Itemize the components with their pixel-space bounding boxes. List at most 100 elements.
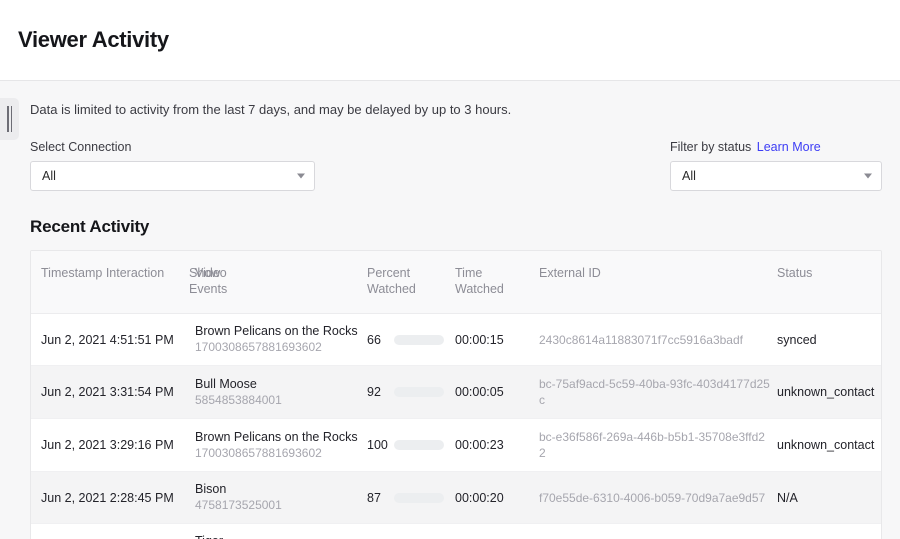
cell-external-id: bc-75af9acd-5c59-40ba-93fc-403d4177d25c — [539, 366, 777, 419]
cell-time-watched: 00:00:28 — [455, 524, 539, 539]
time-watched-text: 00:00:15 — [455, 333, 504, 347]
cell-percent-watched: 100 — [367, 419, 455, 472]
recent-activity-title: Recent Activity — [30, 217, 882, 237]
percent-watched-group: 87 — [367, 490, 449, 506]
table-row[interactable]: Jun 2, 2021 2:28:45 PM Bison4758173525001… — [31, 472, 882, 524]
connection-filter-label: Select Connection — [30, 140, 315, 155]
cell-status: N/A — [777, 472, 882, 524]
cell-external-id: f70e55de-6310-4006-b059-70d9a7ae9d57 — [539, 472, 777, 524]
video-title: Brown Pelicans on the Rocks — [195, 324, 361, 339]
percent-watched-value: 100 — [367, 437, 389, 453]
video-id: 5854853884001 — [195, 393, 361, 408]
video-title: Brown Pelicans on the Rocks — [195, 430, 361, 445]
timestamp-text: Jun 2, 2021 2:28:45 PM — [41, 491, 174, 505]
status-filter-label-text: Filter by status — [670, 140, 751, 154]
video-title: Bison — [195, 482, 361, 497]
timestamp-text: Jun 2, 2021 4:51:51 PM — [41, 333, 174, 347]
cell-video: Tiger2925723370001 — [195, 524, 367, 539]
cell-status: unknown_contact — [777, 419, 882, 472]
cell-time-watched: 00:00:23 — [455, 419, 539, 472]
external-id-text: 2430c8614a11883071f7cc5916a3badf — [539, 333, 743, 347]
recent-activity-table-wrapper: Timestamp Interaction Show Events Video … — [30, 250, 882, 539]
cell-status: N/A — [777, 524, 882, 539]
progress-bar-track — [394, 335, 444, 345]
table-header: Timestamp Interaction Show Events Video … — [31, 251, 882, 314]
panel-inner: Data is limited to activity from the las… — [0, 81, 900, 539]
cell-status: unknown_contact — [777, 366, 882, 419]
video-id: 1700308657881693602 — [195, 446, 361, 461]
cell-time-watched: 00:00:20 — [455, 472, 539, 524]
cell-video: Brown Pelicans on the Rocks1700308657881… — [195, 314, 367, 366]
external-id-text: f70e55de-6310-4006-b059-70d9a7ae9d57 — [539, 491, 765, 505]
cell-timestamp: Jun 2, 2021 4:51:51 PM — [31, 314, 189, 366]
column-header-timestamp[interactable]: Timestamp Interaction — [31, 251, 189, 314]
chevron-down-icon — [297, 174, 305, 179]
cell-timestamp: Jun 2, 2021 3:31:54 PM — [31, 366, 189, 419]
cell-external-id: bc-e36f586f-269a-446b-b5b1-35708e3ffd22 — [539, 419, 777, 472]
viewer-activity-page: Viewer Activity Data is limited to activ… — [0, 0, 900, 539]
cell-percent-watched: 92 — [367, 366, 455, 419]
column-header-external-id[interactable]: External ID — [539, 251, 777, 314]
status-select-value: All — [682, 169, 696, 183]
video-id: 4758173525001 — [195, 498, 361, 513]
time-watched-text: 00:00:20 — [455, 491, 504, 505]
status-badge: synced — [777, 333, 817, 347]
learn-more-link[interactable]: Learn More — [757, 140, 821, 154]
time-watched-text: 00:00:23 — [455, 438, 504, 452]
status-filter-label: Filter by status Learn More — [670, 140, 821, 155]
time-watched-text: 00:00:05 — [455, 385, 504, 399]
cell-video: Bison4758173525001 — [195, 472, 367, 524]
percent-watched-group: 92 — [367, 384, 449, 400]
cell-time-watched: 00:00:15 — [455, 314, 539, 366]
status-badge: unknown_contact — [777, 385, 874, 399]
cell-time-watched: 00:00:05 — [455, 366, 539, 419]
status-filter: Filter by status Learn More All — [670, 140, 882, 191]
cell-percent-watched: 66 — [367, 314, 455, 366]
progress-bar-track — [394, 387, 444, 397]
chevron-down-icon — [864, 174, 872, 179]
table-row[interactable]: Jun 2, 2021 3:29:16 PM Brown Pelicans on … — [31, 419, 882, 472]
timestamp-text: Jun 2, 2021 3:29:16 PM — [41, 438, 174, 452]
column-header-percent-watched[interactable]: Percent Watched — [367, 251, 455, 314]
connection-select[interactable]: All — [30, 161, 315, 191]
percent-watched-group: 66 — [367, 332, 449, 348]
data-limit-notice: Data is limited to activity from the las… — [30, 81, 882, 119]
column-header-time-watched[interactable]: Time Watched — [455, 251, 539, 314]
cell-status: synced — [777, 314, 882, 366]
external-id-text: bc-e36f586f-269a-446b-b5b1-35708e3ffd22 — [539, 430, 765, 460]
table-row[interactable]: Jun 2, 2021 4:51:51 PM Brown Pelicans on … — [31, 314, 882, 366]
video-title: Tiger — [195, 534, 361, 539]
table-header-row: Timestamp Interaction Show Events Video … — [31, 251, 882, 314]
cell-video: Brown Pelicans on the Rocks1700308657881… — [195, 419, 367, 472]
table-body: Jun 2, 2021 4:51:51 PM Brown Pelicans on … — [31, 314, 882, 539]
cell-external-id: 82937d37-2fba-499e-94bb-250fd7823573 — [539, 524, 777, 539]
status-badge: N/A — [777, 491, 798, 505]
cell-timestamp: Jun 2, 2021 2:28:45 PM — [31, 472, 189, 524]
progress-bar-track — [394, 493, 444, 503]
cell-timestamp: Jun 2, 2021 2:28:06 PM — [31, 524, 189, 539]
page-title: Viewer Activity — [18, 27, 169, 53]
filter-bar: Select Connection All Filter by status L… — [30, 140, 882, 191]
drag-handle-icon — [7, 106, 12, 132]
percent-watched-value: 87 — [367, 490, 389, 506]
cell-external-id: 2430c8614a11883071f7cc5916a3badf — [539, 314, 777, 366]
status-badge: unknown_contact — [777, 438, 874, 452]
connection-filter: Select Connection All — [30, 140, 315, 191]
table-row[interactable]: Jun 2, 2021 2:28:06 PM Tiger2925723370001… — [31, 524, 882, 539]
page-header: Viewer Activity — [0, 0, 900, 80]
panel-drag-handle[interactable] — [0, 98, 19, 140]
recent-activity-table: Timestamp Interaction Show Events Video … — [31, 251, 882, 539]
progress-bar-track — [394, 440, 444, 450]
external-id-text: bc-75af9acd-5c59-40ba-93fc-403d4177d25c — [539, 377, 770, 407]
status-select[interactable]: All — [670, 161, 882, 191]
table-row[interactable]: Jun 2, 2021 3:31:54 PMBull Moose58548538… — [31, 366, 882, 419]
cell-video: Bull Moose5854853884001 — [195, 366, 367, 419]
percent-watched-value: 92 — [367, 384, 389, 400]
cell-percent-watched: 100 — [367, 524, 455, 539]
percent-watched-value: 66 — [367, 332, 389, 348]
column-header-status[interactable]: Status — [777, 251, 882, 314]
content-panel: Data is limited to activity from the las… — [0, 80, 900, 539]
connection-select-value: All — [42, 169, 56, 183]
cell-percent-watched: 87 — [367, 472, 455, 524]
percent-watched-group: 100 — [367, 437, 449, 453]
